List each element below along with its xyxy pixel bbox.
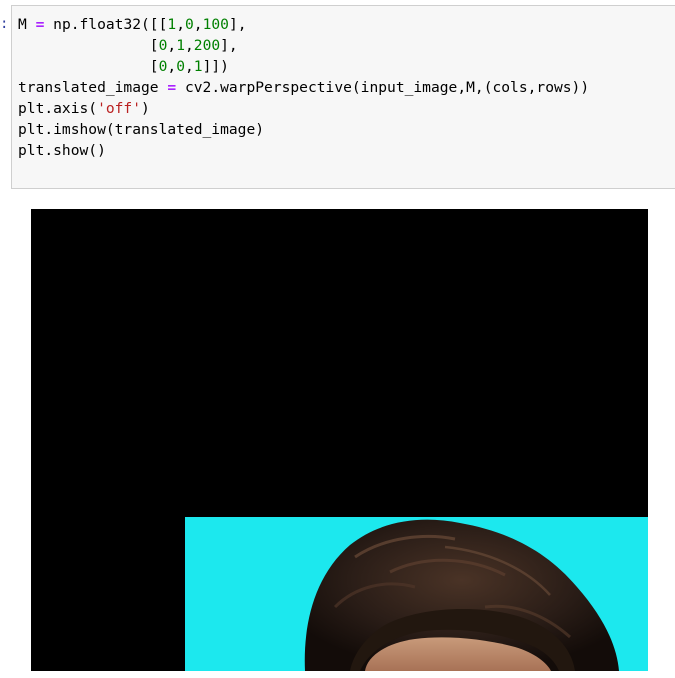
code-token: ], — [228, 16, 247, 33]
cell-prompt-marker: : — [0, 16, 9, 32]
output-image — [31, 209, 648, 671]
code-token: cv2.warpPerspective(input_image,M,(cols,… — [176, 79, 590, 96]
code-cell[interactable]: M = np.float32([[1,0,100], [0,1,200], [0… — [11, 5, 675, 189]
code-token: M — [18, 16, 36, 33]
code-token: plt.imshow(translated_image) — [18, 121, 265, 138]
code-token: , — [176, 16, 185, 33]
code-token: , — [167, 58, 177, 75]
code-token: [ — [18, 37, 159, 54]
code-line: [0,0,1]]) — [18, 56, 589, 77]
code-line: plt.imshow(translated_image) — [18, 119, 589, 140]
code-token: ]]) — [202, 58, 229, 75]
code-token: np.float32([[ — [44, 16, 168, 33]
code-token: plt.axis( — [18, 100, 98, 117]
code-token: [ — [18, 58, 159, 75]
portrait-photo — [304, 519, 619, 671]
code-token: 100 — [202, 16, 229, 33]
code-line: plt.axis('off') — [18, 98, 589, 119]
code-token: 1 — [167, 16, 177, 33]
code-line: [0,1,200], — [18, 35, 589, 56]
translated-image — [185, 517, 648, 671]
code-token: 1 — [176, 37, 185, 54]
code-token: , — [184, 58, 194, 75]
code-token: 0 — [184, 16, 194, 33]
code-token: ) — [141, 100, 150, 117]
code-token: = — [167, 79, 177, 96]
code-token: , — [193, 16, 203, 33]
code-token: 'off' — [97, 100, 142, 117]
code-editor[interactable]: M = np.float32([[1,0,100], [0,1,200], [0… — [18, 14, 589, 161]
code-token: plt.show() — [18, 142, 106, 159]
code-token: 1 — [193, 58, 203, 75]
code-line: translated_image = cv2.warpPerspective(i… — [18, 77, 589, 98]
code-token: 200 — [193, 37, 221, 54]
code-token: ], — [220, 37, 238, 54]
code-token: , — [167, 37, 177, 54]
code-line: plt.show() — [18, 140, 589, 161]
code-token: translated_image — [18, 79, 168, 96]
code-line: M = np.float32([[1,0,100], — [18, 14, 589, 35]
code-token: 0 — [176, 58, 185, 75]
code-token: , — [184, 37, 194, 54]
